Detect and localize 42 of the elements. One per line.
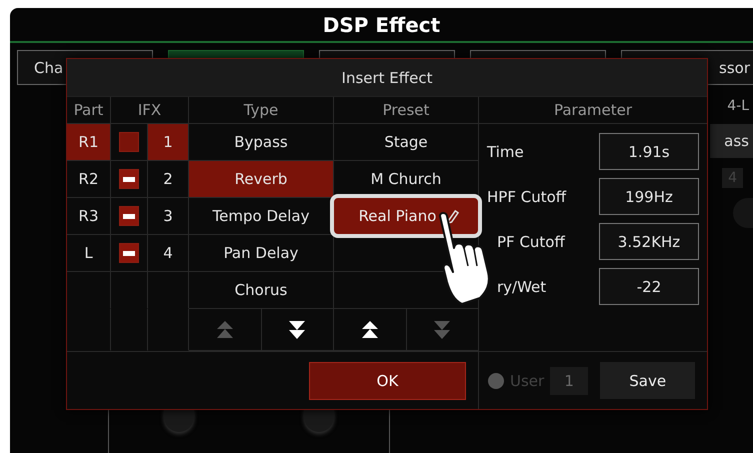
value-field[interactable]: -22 (599, 268, 699, 305)
radio-button[interactable] (488, 372, 504, 388)
scroll-up-icon[interactable] (362, 320, 378, 338)
column-header: Parameter (554, 101, 632, 119)
preset-item[interactable]: Stage (334, 124, 479, 161)
value-field[interactable]: 3.52KHz (599, 223, 699, 260)
save-button[interactable]: Save (600, 362, 696, 399)
ifx-number[interactable]: 4 (148, 235, 189, 272)
checkbox[interactable] (119, 132, 139, 152)
type-item[interactable]: Pan Delay (189, 235, 334, 272)
part-cell[interactable]: R3 (67, 198, 111, 235)
scroll-down-icon[interactable] (289, 320, 306, 338)
parameter-label: PF Cutoff (496, 232, 565, 250)
user-label: User (510, 372, 544, 390)
preset-item[interactable]: Real Piano (330, 194, 482, 238)
column-header: IFX (138, 101, 162, 119)
window-title: DSP Effect (322, 12, 440, 36)
checkbox[interactable] (119, 243, 139, 263)
ok-button[interactable]: OK (309, 362, 466, 400)
value-field[interactable]: 199Hz (599, 178, 699, 215)
type-button[interactable]: ass (710, 124, 753, 158)
pencil-icon (446, 208, 460, 224)
column-header: Type (244, 101, 278, 119)
type-item[interactable]: Reverb (189, 161, 334, 198)
effect-label: 4-L (727, 98, 750, 114)
part-cell[interactable]: L (67, 235, 111, 272)
knob-icon[interactable] (304, 408, 334, 432)
checkbox[interactable] (119, 169, 139, 189)
dialog-title: Insert Effect (342, 68, 432, 86)
ifx-number[interactable]: 1 (148, 124, 189, 161)
column-header: Part (74, 101, 104, 119)
ifx-number[interactable]: 3 (148, 198, 189, 235)
parameter-label: HPF Cutoff (486, 188, 566, 206)
checkbox[interactable] (119, 206, 139, 226)
part-cell[interactable]: R2 (67, 161, 111, 198)
column-header: Preset (382, 101, 430, 119)
part-cell[interactable]: R1 (67, 124, 111, 161)
type-item[interactable]: Chorus (189, 272, 334, 309)
value-field[interactable]: 1.91s (599, 133, 699, 170)
knob-icon[interactable] (164, 408, 194, 432)
parameter-label: ry/Wet (496, 278, 546, 296)
parameter-label: Time (486, 142, 524, 160)
